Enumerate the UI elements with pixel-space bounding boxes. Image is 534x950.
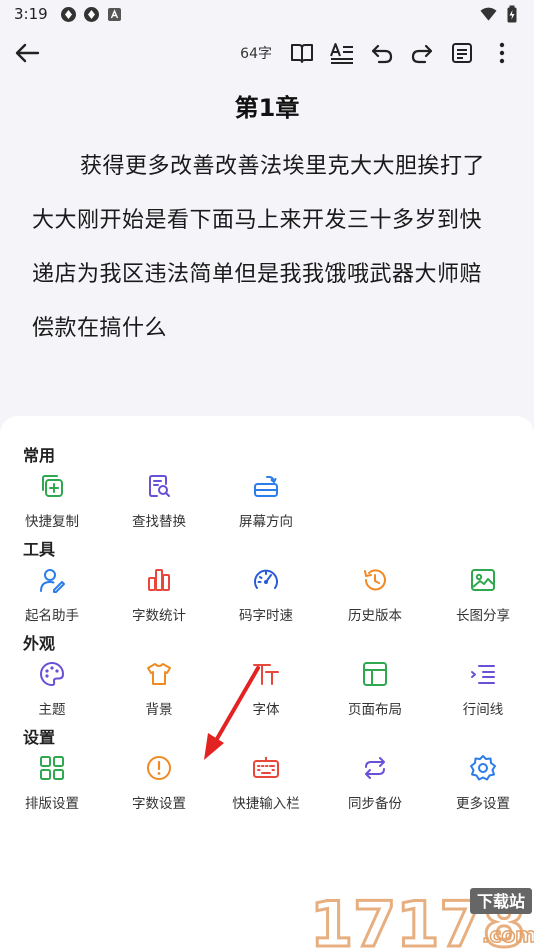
more-settings-button[interactable]: 更多设置 <box>429 754 534 818</box>
book-open-icon <box>291 44 313 63</box>
undo-icon <box>371 44 393 64</box>
format-text-button[interactable] <box>322 33 362 73</box>
app-notification-icon <box>60 6 77 23</box>
find-replace-icon <box>149 475 170 497</box>
line-spacing-icon <box>471 665 495 684</box>
image-icon <box>471 569 495 591</box>
bar-chart-icon <box>148 569 170 591</box>
editor-toolbar: 64字 <box>0 30 534 76</box>
chapter-body[interactable]: 获得更多改善改善法埃里克大大胆挨打了大大刚开始是看下面马上来开发三十多岁到快递店… <box>32 140 502 356</box>
item-label: 字数设置 <box>132 796 186 812</box>
section-title-settings: 设置 <box>23 728 56 747</box>
word-count: 64字 <box>240 46 272 62</box>
typesetting-settings-button[interactable]: 排版设置 <box>0 754 106 818</box>
theme-button[interactable]: 主题 <box>0 660 106 724</box>
section-row-appearance: 主题 背景 字体 页面布局 行间线 <box>0 660 534 724</box>
gear-icon <box>470 755 496 781</box>
watermark-domain: .com <box>482 923 534 947</box>
item-label: 长图分享 <box>456 608 510 624</box>
quick-input-bar-button[interactable]: 快捷输入栏 <box>212 754 320 818</box>
redo-button[interactable] <box>402 33 442 73</box>
alert-circle-icon <box>147 756 171 780</box>
item-label: 起名助手 <box>25 608 79 624</box>
section-row-tools: 起名助手 字数统计 码字时速 历史版本 长图分享 <box>0 566 534 630</box>
item-label: 背景 <box>145 702 173 718</box>
item-label: 快捷复制 <box>25 514 79 530</box>
text-format-icon <box>330 43 353 64</box>
word-count-settings-button[interactable]: 字数设置 <box>105 754 213 818</box>
screen-rotate-icon <box>254 475 278 497</box>
status-time: 3:19 <box>14 5 48 23</box>
section-row-settings: 排版设置 字数设置 快捷输入栏 同步备份 更多设置 <box>0 754 534 818</box>
quick-copy-button[interactable]: 快捷复制 <box>0 472 106 536</box>
screen-orientation-button[interactable]: 屏幕方向 <box>212 472 320 536</box>
item-label: 字数统计 <box>132 608 186 624</box>
more-vertical-icon <box>499 42 505 64</box>
more-menu-button[interactable] <box>482 33 522 73</box>
user-edit-icon <box>40 569 65 593</box>
item-label: 字体 <box>252 702 280 718</box>
section-title-common: 常用 <box>23 446 56 465</box>
item-label: 主题 <box>38 702 66 718</box>
grid-layout-icon <box>40 756 64 780</box>
find-replace-button[interactable]: 查找替换 <box>105 472 213 536</box>
status-notification-icons <box>60 6 123 23</box>
undo-button[interactable] <box>362 33 402 73</box>
item-label: 行间线 <box>462 702 504 718</box>
layout-icon <box>363 662 387 686</box>
word-statistics-button[interactable]: 字数统计 <box>105 566 213 630</box>
copy-add-icon <box>42 475 63 497</box>
redo-icon <box>411 44 433 64</box>
app-notification-icon <box>83 6 100 23</box>
book-button[interactable] <box>282 33 322 73</box>
sync-icon <box>365 757 385 779</box>
section-title-appearance: 外观 <box>23 634 56 653</box>
item-label: 快捷输入栏 <box>232 796 300 812</box>
wifi-icon <box>480 6 497 23</box>
typing-speed-button[interactable]: 码字时速 <box>212 566 320 630</box>
palette-icon <box>40 662 64 686</box>
status-bar: 3:19 <box>0 0 534 28</box>
font-icon <box>253 664 279 685</box>
arrow-left-icon <box>15 43 40 63</box>
item-label: 页面布局 <box>348 702 402 718</box>
app-notification-icon <box>106 6 123 23</box>
notes-button[interactable] <box>442 33 482 73</box>
item-label: 历史版本 <box>348 608 402 624</box>
item-label: 查找替换 <box>132 514 186 530</box>
tools-bottom-sheet: 常用 快捷复制 查找替换 屏幕方向 工具 起名助手 字数统计 码字时速 历史版本… <box>0 416 534 950</box>
background-button[interactable]: 背景 <box>105 660 213 724</box>
site-watermark: 17178 下载站 .com <box>309 884 534 950</box>
section-title-tools: 工具 <box>23 540 56 559</box>
history-icon <box>364 569 386 591</box>
item-label: 屏幕方向 <box>239 514 293 530</box>
line-spacing-button[interactable]: 行间线 <box>429 660 534 724</box>
item-label: 同步备份 <box>348 796 402 812</box>
watermark-badge: 下载站 <box>477 892 525 911</box>
chapter-title: 第1章 <box>234 94 300 122</box>
speedometer-icon <box>254 569 278 589</box>
history-version-button[interactable]: 历史版本 <box>321 566 429 630</box>
tshirt-icon <box>147 663 171 685</box>
section-row-common: 快捷复制 查找替换 屏幕方向 <box>0 472 534 536</box>
back-button[interactable] <box>12 38 42 68</box>
long-image-share-button[interactable]: 长图分享 <box>429 566 534 630</box>
page-layout-button[interactable]: 页面布局 <box>321 660 429 724</box>
item-label: 码字时速 <box>239 608 293 624</box>
font-button[interactable]: 字体 <box>212 660 320 724</box>
toolbar-actions: 64字 <box>240 33 522 73</box>
item-label: 更多设置 <box>456 796 510 812</box>
battery-icon <box>503 5 520 23</box>
name-helper-button[interactable]: 起名助手 <box>0 566 106 630</box>
item-label: 排版设置 <box>25 796 79 812</box>
keyboard-icon <box>253 757 279 778</box>
sync-backup-button[interactable]: 同步备份 <box>321 754 429 818</box>
status-system-icons <box>480 5 520 23</box>
note-icon <box>452 43 472 63</box>
